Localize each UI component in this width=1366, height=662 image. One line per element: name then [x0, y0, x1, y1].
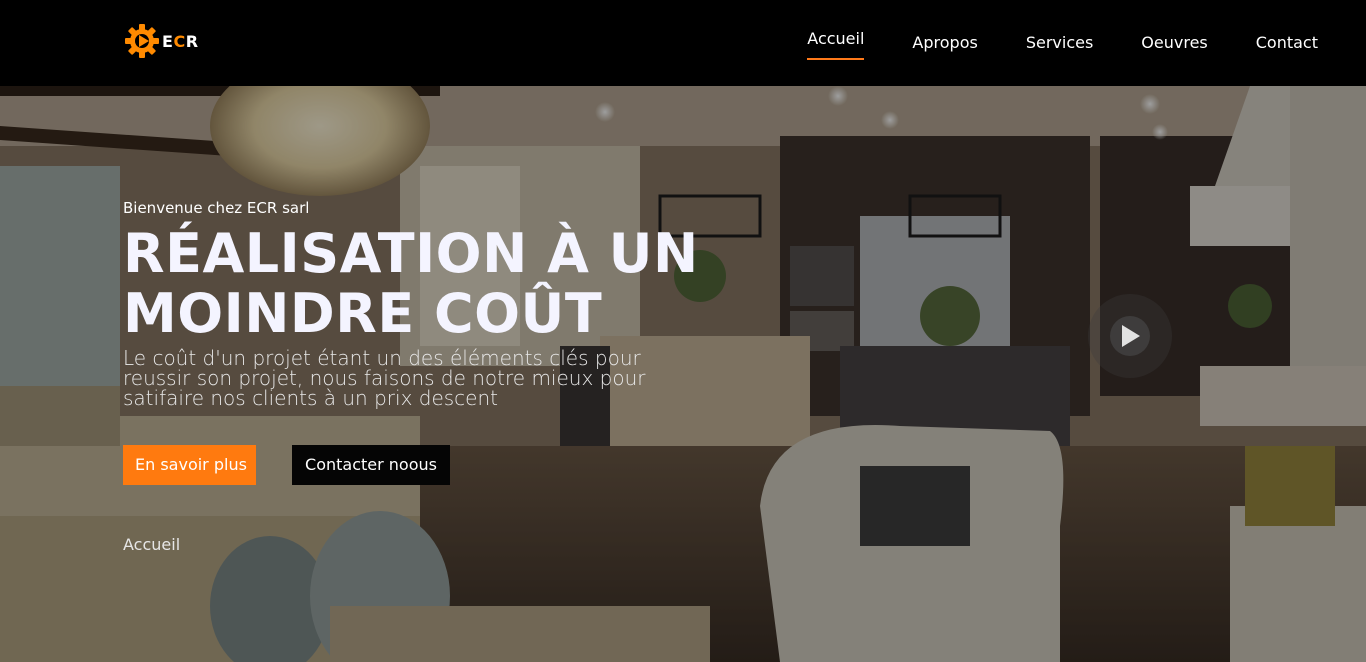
- contact-us-button[interactable]: Contacter noous: [292, 445, 450, 485]
- logo-letter-c: C: [173, 31, 186, 51]
- top-navbar: ECR Accueil Apropos Services Oeuvres Con…: [0, 0, 1366, 86]
- logo[interactable]: ECR: [124, 22, 199, 60]
- logo-text: ECR: [162, 32, 199, 51]
- hero-section: Bienvenue chez ECR sarl RÉALISATION À UN…: [0, 86, 1366, 662]
- nav-item-apropos[interactable]: Apropos: [912, 33, 977, 54]
- hero-welcome-text: Bienvenue chez ECR sarl: [123, 199, 310, 217]
- breadcrumb[interactable]: Accueil: [123, 535, 180, 554]
- nav-item-oeuvres[interactable]: Oeuvres: [1141, 33, 1207, 54]
- hero-title: RÉALISATION À UN MOINDRE COÛT: [123, 222, 699, 345]
- video-play-button[interactable]: [1088, 294, 1172, 378]
- play-icon: [1122, 325, 1140, 347]
- nav-item-contact[interactable]: Contact: [1256, 33, 1318, 54]
- logo-letter-e: E: [162, 31, 174, 51]
- logo-letter-r: R: [185, 31, 199, 51]
- main-nav: Accueil Apropos Services Oeuvres Contact: [759, 0, 1318, 86]
- nav-item-accueil[interactable]: Accueil: [807, 29, 865, 60]
- en-savoir-plus-button[interactable]: En savoir plus: [123, 445, 256, 485]
- hero-subtitle: Le coût d'un projet étant un des élément…: [123, 346, 646, 410]
- gear-play-icon: [125, 24, 159, 58]
- play-button-inner: [1110, 316, 1150, 356]
- nav-item-services[interactable]: Services: [1026, 33, 1093, 54]
